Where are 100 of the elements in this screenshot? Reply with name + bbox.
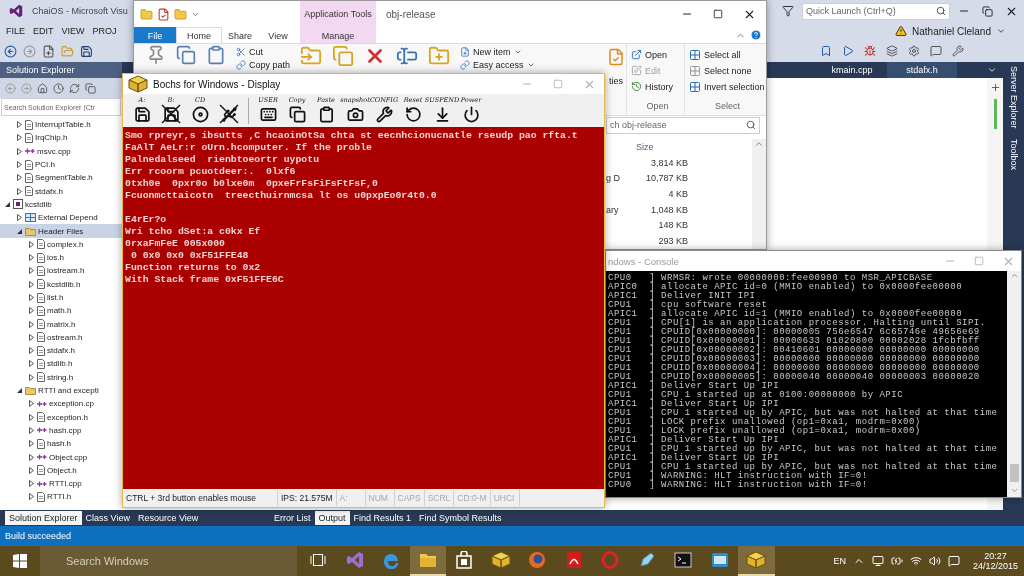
panel-tab[interactable]: Class View — [81, 511, 134, 525]
battery-icon[interactable] — [890, 555, 903, 567]
copy-icon[interactable] — [176, 45, 196, 65]
side-tab[interactable]: Toolbox — [1008, 138, 1019, 170]
side-tab[interactable]: Server Explorer — [1008, 66, 1019, 129]
panel-tab[interactable]: Find Results 1 — [349, 511, 416, 525]
expand-arrow-icon[interactable] — [16, 147, 23, 155]
ribbon-button[interactable]: History — [631, 80, 684, 93]
search-field[interactable]: ch obj-release — [606, 116, 760, 134]
column-header[interactable]: Size — [636, 141, 654, 152]
tree-item[interactable]: matrix.h — [0, 317, 122, 331]
tree-item[interactable]: kcstdlib — [0, 197, 122, 212]
scrollbar[interactable] — [1007, 271, 1021, 497]
menu-item[interactable]: PROJ — [92, 26, 117, 36]
tree-item[interactable]: External Depend — [0, 211, 122, 225]
notification-icon[interactable] — [947, 555, 960, 567]
expand-arrow-icon[interactable] — [28, 373, 35, 381]
expand-arrow-icon[interactable] — [28, 320, 35, 328]
document-tab[interactable]: stdafx.h — [887, 62, 957, 78]
split-icon[interactable] — [989, 82, 1001, 93]
tree-item[interactable]: hash.cpp — [0, 423, 122, 438]
properties-icon[interactable] — [607, 48, 625, 66]
expand-arrow-icon[interactable] — [16, 161, 23, 169]
quick-launch-field[interactable]: Quick Launch (Ctrl+Q) — [802, 2, 950, 20]
bug-icon[interactable] — [864, 45, 876, 57]
save-icon[interactable] — [80, 44, 93, 58]
expand-arrow-icon[interactable] — [28, 493, 35, 501]
taskbar-button[interactable] — [738, 546, 775, 576]
menu-item[interactable]: FILE — [6, 26, 25, 36]
filter-icon[interactable] — [782, 5, 794, 17]
tree-item[interactable]: math.h — [0, 304, 122, 318]
expand-arrow-icon[interactable] — [16, 214, 23, 222]
emulator-screen[interactable]: Smo rpreyr,s ibsutts ,C hcaoinOtSa chta st eecnhcionucnatle rseudp pao rfta.t FaAlT AeLr:r oUrn.hcomputer. If the proble Palnedalseed rienbtoeortr uypotu Err rcoorm pcuotdeer:. 0lxf6 0txh0e 0pxr0o b0lxe0m 0pxeFrFsFiFsFtFsF,0 Fcuonmcttaicotn treecthuirnmcsa lt os u0pxpEo0r4t0.0 E4rEr?o Wri tcho dSet:a c0kx Ef 0rxaFmFeE 005x000 0 0x0 0x0 0xF51FFE48 Function returns to 0x2 With Stack frame 0xF51FFE6C — [123, 127, 604, 489]
monitor-icon[interactable] — [871, 555, 884, 567]
tree-item[interactable]: Object.cpp — [0, 450, 122, 464]
tree-item[interactable]: exception.cp — [0, 397, 122, 411]
expand-arrow-icon[interactable] — [28, 360, 35, 368]
ribbon-button[interactable]: Select none — [689, 64, 766, 77]
checklist-icon[interactable] — [157, 7, 170, 21]
search-field[interactable]: Search Windows — [40, 546, 297, 576]
expand-arrow-icon[interactable] — [16, 121, 23, 129]
expand-arrow-icon[interactable] — [28, 307, 35, 315]
ribbon-tab[interactable]: File — [134, 27, 176, 43]
bookmark-icon[interactable] — [820, 45, 832, 57]
collapse-arrow-icon[interactable] — [4, 200, 11, 208]
ribbon-button[interactable]: Easy access — [460, 58, 535, 71]
expand-arrow-icon[interactable] — [28, 240, 35, 248]
tree-item[interactable]: iostream.h — [0, 264, 122, 278]
sync-icon[interactable] — [69, 82, 80, 94]
settings-icon[interactable] — [908, 45, 920, 57]
ribbon-button[interactable]: ties — [609, 74, 623, 87]
expand-arrow-icon[interactable] — [28, 267, 35, 275]
ribbon-button[interactable]: New item — [460, 45, 535, 58]
document-tab[interactable]: kmain.cpp — [817, 62, 887, 78]
expand-arrow-icon[interactable] — [28, 413, 35, 421]
tree-item[interactable]: PCI.h — [0, 157, 122, 172]
expand-arrow-icon[interactable] — [28, 254, 35, 262]
scrollbar[interactable] — [752, 139, 766, 249]
tree-item[interactable]: SegmentTable.h — [0, 171, 122, 185]
ribbon-button[interactable]: Open — [631, 48, 684, 61]
play-icon[interactable] — [842, 45, 854, 57]
tree-item[interactable]: stdlib.h — [0, 357, 122, 371]
panel-tab[interactable]: Output — [314, 511, 350, 525]
help-icon[interactable] — [750, 29, 762, 41]
copy-icon[interactable] — [85, 82, 96, 94]
new-file-icon[interactable] — [42, 44, 55, 58]
expand-arrow-icon[interactable] — [28, 294, 35, 301]
wrench-icon[interactable] — [952, 45, 964, 57]
restore-icon[interactable] — [982, 5, 993, 17]
ribbon-tab[interactable]: Manage — [300, 27, 376, 43]
expand-arrow-icon[interactable] — [16, 134, 23, 142]
layers-icon[interactable] — [886, 45, 898, 57]
search-icon[interactable] — [936, 6, 946, 16]
ribbon-tab[interactable]: Home — [176, 27, 222, 43]
tree-item[interactable]: msvc.cpp — [0, 144, 122, 158]
tree-item[interactable]: hash.h — [0, 437, 122, 451]
ribbon-button[interactable]: Copy path — [236, 58, 291, 71]
expand-arrow-icon[interactable] — [16, 174, 23, 182]
taskbar-button[interactable] — [409, 546, 446, 576]
wifi-icon[interactable] — [909, 555, 922, 567]
clock-date[interactable]: 24/12/2015 — [972, 561, 1018, 571]
caret-icon[interactable] — [996, 26, 1006, 36]
clock-icon[interactable] — [53, 82, 64, 94]
panel-tab[interactable]: Find Symbol Results — [415, 511, 506, 525]
panel-tab[interactable]: Solution Explorer — [5, 511, 82, 525]
user-name[interactable]: Nathaniel Cleland — [912, 25, 991, 37]
tree-item[interactable]: IrqChip.h — [0, 131, 122, 145]
warning-icon[interactable] — [895, 25, 908, 37]
tree-item[interactable]: complex.h — [0, 237, 122, 251]
clipboard-icon[interactable] — [206, 45, 226, 65]
menu-item[interactable]: VIEW — [61, 26, 85, 36]
rename-icon[interactable] — [396, 45, 419, 67]
pin-icon[interactable] — [146, 45, 166, 65]
tree-item[interactable]: stdafx.h — [0, 184, 122, 198]
clock-time[interactable]: 20:27 — [984, 551, 1007, 561]
home-icon[interactable] — [37, 82, 48, 94]
expand-arrow-icon[interactable] — [28, 440, 35, 448]
expand-arrow-icon[interactable] — [28, 333, 35, 341]
collapse-arrow-icon[interactable] — [16, 387, 23, 395]
tree-item[interactable]: Header Files — [0, 224, 122, 238]
